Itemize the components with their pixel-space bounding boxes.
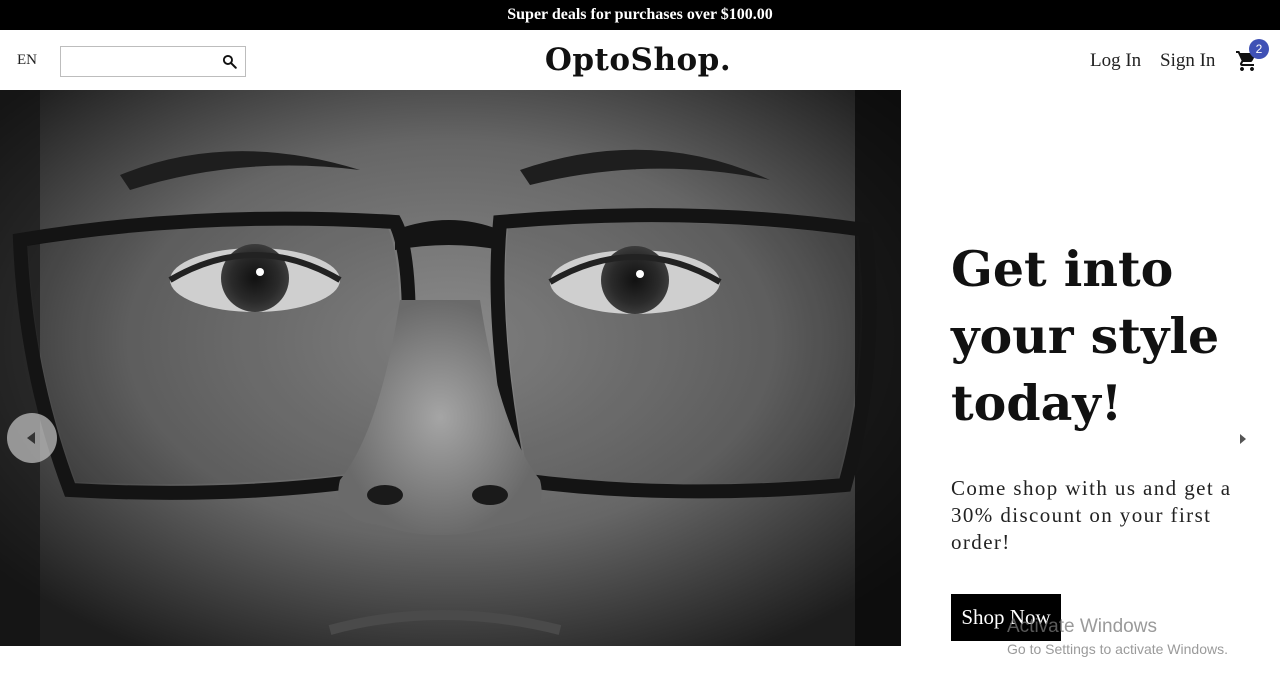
site-header: EN OptoShop. Log In Sign In <box>0 30 1280 90</box>
hero-title-line: Get into <box>951 240 1174 298</box>
cart-count-badge: 2 <box>1249 39 1269 59</box>
site-logo[interactable]: OptoShop. <box>0 42 1276 78</box>
carousel-prev-button[interactable] <box>7 413 57 463</box>
chevron-left-icon <box>27 432 35 444</box>
promo-text: Super deals for purchases over $100.00 <box>507 6 773 23</box>
windows-activation-subtitle: Go to Settings to activate Windows. <box>1007 641 1228 657</box>
hero-title-line: your style <box>951 307 1220 365</box>
hero-title: Get into your style today! <box>951 236 1271 437</box>
hero-description: Come shop with us and get a 30% discount… <box>951 476 1232 554</box>
signin-link[interactable]: Sign In <box>1160 50 1215 72</box>
windows-activation-title: Activate Windows <box>1007 616 1157 637</box>
hero-title-line: today! <box>951 374 1123 432</box>
login-link[interactable]: Log In <box>1090 50 1141 72</box>
hero-image <box>0 90 901 646</box>
promo-bar: Super deals for purchases over $100.00 <box>0 0 1280 30</box>
